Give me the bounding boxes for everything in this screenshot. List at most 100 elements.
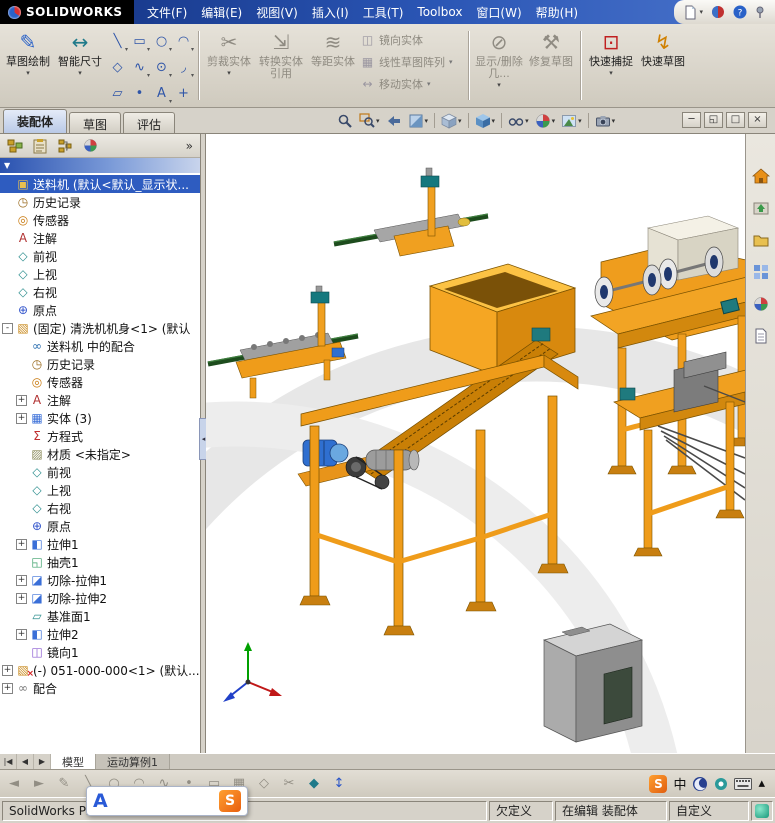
tree-item[interactable]: ▣ 送料机 (默认<默认_显示状...: [0, 175, 200, 193]
tree-item[interactable]: ◱ 抽壳1: [0, 553, 200, 571]
tree-item[interactable]: + ◪ 切除-拉伸2: [0, 589, 200, 607]
tree-item[interactable]: + ▧ × (-) 051-000-000<1> (默认...: [0, 661, 200, 679]
new-document-icon[interactable]: ▾: [684, 5, 703, 20]
spline-icon[interactable]: ∿ ▾: [129, 55, 150, 80]
rapid-sketch-button[interactable]: ↯ 快速草图: [638, 26, 688, 105]
menu-item[interactable]: 编辑(E): [194, 2, 249, 23]
tree-expander[interactable]: +: [2, 682, 13, 694]
tree-item[interactable]: ◇ 前视: [0, 247, 200, 265]
tree-item[interactable]: + A 注解: [0, 391, 200, 409]
zoom-fit-icon[interactable]: [335, 111, 355, 130]
menu-pin-icon[interactable]: [755, 6, 765, 19]
child-maximize-button[interactable]: □: [726, 112, 745, 128]
tree-expander[interactable]: +: [16, 574, 27, 586]
menu-item[interactable]: 帮助(H): [529, 2, 585, 23]
updown-tool-icon[interactable]: ↕: [330, 775, 348, 793]
tree-expander[interactable]: +: [2, 664, 13, 676]
tab-scroll-next-button[interactable]: ▶: [34, 754, 51, 769]
hide-show-items-icon[interactable]: ▾: [506, 111, 531, 130]
view-palette-icon[interactable]: [751, 262, 771, 282]
circle-icon[interactable]: ○ ▾: [151, 29, 172, 54]
zoom-area-icon[interactable]: ▾: [357, 111, 382, 130]
help-icon[interactable]: ?: [733, 5, 747, 19]
tree-item[interactable]: ◇ 右视: [0, 283, 200, 301]
child-minimize-button[interactable]: ─: [682, 112, 701, 128]
tree-item[interactable]: ◇ 前视: [0, 463, 200, 481]
custom-properties-icon[interactable]: [751, 326, 771, 346]
keyboard-icon[interactable]: [734, 777, 753, 790]
point-icon[interactable]: •: [129, 81, 150, 106]
tree-item[interactable]: ◎ 传感器: [0, 211, 200, 229]
display-style-icon[interactable]: ▾: [473, 111, 498, 130]
tree-item[interactable]: ⊕ 原点: [0, 517, 200, 535]
tree-expander[interactable]: +: [16, 394, 27, 406]
tree-expander[interactable]: +: [16, 538, 27, 550]
commandmanager-tab[interactable]: 草图: [69, 112, 122, 133]
tree-item[interactable]: + ◧ 拉伸2: [0, 625, 200, 643]
solidworks-resource-icon[interactable]: S: [649, 774, 668, 793]
ime-chinese-icon[interactable]: 中: [673, 774, 686, 793]
displaymanager-tab-icon[interactable]: [80, 136, 100, 156]
menu-item[interactable]: 窗口(W): [469, 2, 528, 23]
arc-icon[interactable]: ◠ ▾: [173, 29, 194, 54]
menu-item[interactable]: 插入(I): [305, 2, 356, 23]
ime-mode-icon[interactable]: [714, 777, 728, 791]
model-tab[interactable]: 模型: [51, 754, 96, 769]
tree-item[interactable]: ▨ 材质 <未指定>: [0, 445, 200, 463]
view-settings-icon[interactable]: ▾: [593, 111, 618, 130]
filter-dropdown-icon[interactable]: ▼: [4, 161, 10, 170]
child-restore-button[interactable]: ◱: [704, 112, 723, 128]
tree-item[interactable]: ▱ 基准面1: [0, 607, 200, 625]
tree-item[interactable]: A 注解: [0, 229, 200, 247]
previous-view-icon[interactable]: [384, 111, 404, 130]
tree-item[interactable]: + ◪ 切除-拉伸1: [0, 571, 200, 589]
task-pane-home-icon[interactable]: [751, 166, 771, 186]
design-library-icon[interactable]: [751, 198, 771, 218]
tree-item[interactable]: ◷ 历史记录: [0, 355, 200, 373]
tab-scroll-first-button[interactable]: |◀: [0, 754, 17, 769]
featuremanager-tab-icon[interactable]: [5, 136, 25, 156]
tray-expand-icon[interactable]: ▴: [758, 776, 765, 791]
model-gray-bracket[interactable]: [542, 623, 644, 743]
graphics-area[interactable]: [206, 134, 745, 753]
tree-item[interactable]: ◎ 传感器: [0, 373, 200, 391]
plane-icon[interactable]: ▱: [107, 81, 128, 106]
commandmanager-tab[interactable]: 装配体: [3, 109, 68, 133]
text-icon[interactable]: A ▾: [151, 81, 172, 106]
menu-item[interactable]: 工具(T): [356, 2, 411, 23]
edit-appearance-icon[interactable]: ▾: [533, 111, 558, 130]
tree-item[interactable]: ⊕ 原点: [0, 301, 200, 319]
appearances-icon[interactable]: [751, 294, 771, 314]
polygon-icon[interactable]: ◇: [107, 55, 128, 80]
tree-expander[interactable]: -: [2, 322, 13, 334]
menu-item[interactable]: 文件(F): [140, 2, 194, 23]
menu-item[interactable]: 视图(V): [249, 2, 305, 23]
tree-item[interactable]: + ∞ 配合: [0, 679, 200, 697]
line-icon[interactable]: ╲ ▾: [107, 29, 128, 54]
tree-item[interactable]: + ◧ 拉伸1: [0, 535, 200, 553]
ime-moon-icon[interactable]: [692, 776, 708, 792]
tree-item[interactable]: ◇ 上视: [0, 265, 200, 283]
file-explorer-icon[interactable]: [751, 230, 771, 250]
ime-logo-icon[interactable]: S: [219, 790, 241, 812]
tree-item[interactable]: ◷ 历史记录: [0, 193, 200, 211]
tree-item[interactable]: + ▦ 实体 (3): [0, 409, 200, 427]
tree-expander[interactable]: +: [16, 592, 27, 604]
tree-item[interactable]: ∞ 送料机 中的配合: [0, 337, 200, 355]
construction-icon[interactable]: +: [173, 81, 194, 106]
tree-filter-bar[interactable]: ▼: [0, 158, 200, 173]
tree-item[interactable]: ◇ 右视: [0, 499, 200, 517]
smart-dimension-button[interactable]: ↔ 智能尺寸 ▾: [55, 26, 105, 105]
propertymanager-tab-icon[interactable]: [30, 136, 50, 156]
child-close-button[interactable]: ×: [748, 112, 767, 128]
content-sphere-icon[interactable]: [711, 5, 725, 19]
sketch-button[interactable]: ✎ 草图绘制 ▾: [3, 26, 53, 105]
dimension-tool-icon[interactable]: ◆: [305, 775, 323, 793]
rectangle-icon[interactable]: ▭ ▾: [129, 29, 150, 54]
model-top-conveyor[interactable]: [333, 167, 489, 257]
tab-scroll-prev-button[interactable]: ◀: [17, 754, 34, 769]
model-tab[interactable]: 运动算例1: [96, 754, 170, 769]
tree-expander[interactable]: +: [16, 412, 27, 424]
tree-expander[interactable]: +: [16, 628, 27, 640]
menu-item[interactable]: Toolbox: [410, 3, 469, 21]
